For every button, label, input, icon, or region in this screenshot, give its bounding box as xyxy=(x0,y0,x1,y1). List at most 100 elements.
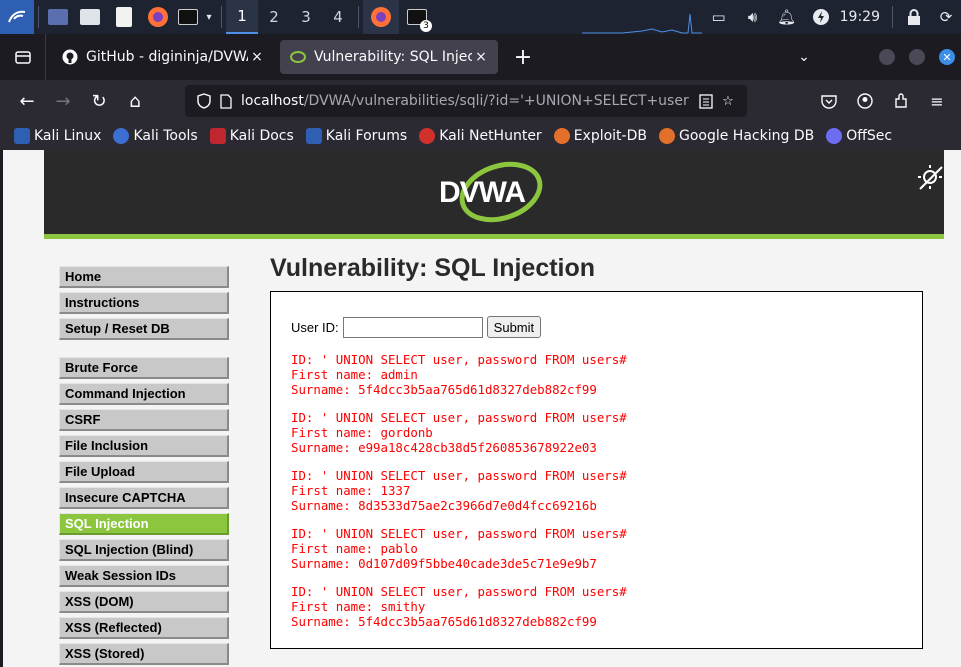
back-arrow-icon[interactable]: ← xyxy=(9,85,45,117)
menu-item-insecure-captcha[interactable]: Insecure CAPTCHA xyxy=(59,487,229,509)
exploit-db-icon xyxy=(553,128,570,144)
reload-icon[interactable]: ↻ xyxy=(81,85,117,117)
page-title: Vulnerability: SQL Injection xyxy=(270,254,596,282)
shield-icon[interactable] xyxy=(193,93,215,109)
terminal-window-button[interactable]: 3 xyxy=(399,0,435,34)
close-window-button[interactable]: ✕ xyxy=(939,49,955,65)
kali-docs-icon xyxy=(209,128,226,144)
terminal-launcher-icon[interactable] xyxy=(175,0,201,34)
new-tab-plus-icon[interactable]: + xyxy=(506,40,540,74)
taskbar-separator xyxy=(38,6,39,28)
power-manager-icon[interactable] xyxy=(804,0,838,34)
result-entry: ID: ' UNION SELECT user, password FROM u… xyxy=(291,526,902,571)
url-text[interactable]: localhost/DVWA/vulnerabilities/sqli/?id=… xyxy=(237,93,695,109)
workspace-3[interactable]: 3 xyxy=(290,0,322,34)
minimize-window-button[interactable] xyxy=(879,49,895,65)
pocket-icon[interactable] xyxy=(811,85,847,117)
menu-item-setup-reset-db[interactable]: Setup / Reset DB xyxy=(59,318,229,340)
clock[interactable]: 19:29 xyxy=(838,9,888,25)
vulnerable-code-area: User ID: Submit ID: ' UNION SELECT user,… xyxy=(270,291,923,649)
forward-arrow-icon[interactable]: → xyxy=(45,85,81,117)
tab-title: GitHub - digininja/DVWA: D xyxy=(86,49,248,65)
tab-title: Vulnerability: SQL Injectio xyxy=(314,49,472,65)
result-entry: ID: ' UNION SELECT user, password FROM u… xyxy=(291,584,902,629)
bookmarks-toolbar: Kali Linux Kali Tools Kali Docs Kali For… xyxy=(0,122,961,150)
browser-tab-strip: GitHub - digininja/DVWA: D × Vulnerabili… xyxy=(0,34,961,80)
result-entry: ID: ' UNION SELECT user, password FROM u… xyxy=(291,410,902,455)
menu-item-weak-session-ids[interactable]: Weak Session IDs xyxy=(59,565,229,587)
menu-item-home[interactable]: Home xyxy=(59,266,229,288)
menu-item-sql-injection-blind[interactable]: SQL Injection (Blind) xyxy=(59,539,229,561)
nethunter-icon xyxy=(419,128,436,144)
file-manager-icon[interactable] xyxy=(73,0,107,34)
github-icon xyxy=(62,49,78,65)
menu-item-file-upload[interactable]: File Upload xyxy=(59,461,229,483)
notification-bell-icon[interactable]: 🔔︎ xyxy=(770,0,804,34)
result-first-name: First name: gordonb xyxy=(291,425,433,440)
firefox-window-button[interactable] xyxy=(363,0,399,34)
reader-view-icon[interactable] xyxy=(695,93,717,109)
firefox-view-icon[interactable] xyxy=(0,34,46,80)
bookmark-star-icon[interactable]: ☆ xyxy=(717,94,739,109)
bookmark-kali-nethunter[interactable]: Kali NetHunter xyxy=(419,128,542,144)
result-surname: Surname: e99a18c428cb38d5f260853678922e0… xyxy=(291,440,597,455)
menu-item-instructions[interactable]: Instructions xyxy=(59,292,229,314)
lock-screen-icon[interactable] xyxy=(897,0,931,34)
menu-block-vulnerabilities: Brute Force Command Injection CSRF File … xyxy=(59,357,229,665)
menu-item-file-inclusion[interactable]: File Inclusion xyxy=(59,435,229,457)
bookmark-kali-tools[interactable]: Kali Tools xyxy=(113,128,198,144)
result-entry: ID: ' UNION SELECT user, password FROM u… xyxy=(291,468,902,513)
show-desktop-icon[interactable] xyxy=(43,0,73,34)
menu-item-command-injection[interactable]: Command Injection xyxy=(59,383,229,405)
submit-button[interactable]: Submit xyxy=(486,316,542,338)
home-icon[interactable]: ⌂ xyxy=(117,85,153,117)
workspace-4[interactable]: 4 xyxy=(322,0,354,34)
volume-icon[interactable]: 🔊︎ xyxy=(736,0,770,34)
menu-item-xss-dom[interactable]: XSS (DOM) xyxy=(59,591,229,613)
maximize-window-button[interactable] xyxy=(909,49,925,65)
bookmark-google-hacking-db[interactable]: Google Hacking DB xyxy=(658,128,814,144)
menu-item-sql-injection[interactable]: SQL Injection xyxy=(59,513,229,535)
taskbar-separator xyxy=(221,6,222,28)
logout-icon[interactable]: ⟳ xyxy=(931,0,961,34)
dvwa-logo-text: DVWA xyxy=(439,176,526,209)
bookmark-kali-forums[interactable]: Kali Forums xyxy=(305,128,407,144)
user-id-input[interactable] xyxy=(342,316,483,338)
menu-item-xss-stored[interactable]: XSS (Stored) xyxy=(59,643,229,665)
bookmark-kali-linux[interactable]: Kali Linux xyxy=(14,128,101,144)
bookmark-offsec[interactable]: OffSec xyxy=(826,128,892,144)
page-info-icon[interactable] xyxy=(215,93,237,109)
extensions-icon[interactable] xyxy=(883,85,919,117)
tab-github[interactable]: GitHub - digininja/DVWA: D × xyxy=(52,40,274,74)
url-bar[interactable]: localhost/DVWA/vulnerabilities/sqli/?id=… xyxy=(185,85,747,117)
list-all-tabs-chevron-icon[interactable]: ⌄ xyxy=(791,41,817,73)
hamburger-menu-icon[interactable]: ≡ xyxy=(919,85,955,117)
menu-item-brute-force[interactable]: Brute Force xyxy=(59,357,229,379)
menu-item-csrf[interactable]: CSRF xyxy=(59,409,229,431)
close-tab-icon[interactable]: × xyxy=(248,49,266,65)
result-id-line: ID: ' UNION SELECT user, password FROM u… xyxy=(291,584,627,599)
firefox-launcher-icon[interactable] xyxy=(141,0,175,34)
tab-sql-injection[interactable]: Vulnerability: SQL Injectio × xyxy=(280,40,498,74)
dvwa-favicon-icon xyxy=(290,49,306,65)
theme-toggle-icon[interactable] xyxy=(913,160,947,194)
header-accent-bar xyxy=(44,234,944,239)
dvwa-side-menu: Home Instructions Setup / Reset DB Brute… xyxy=(59,266,229,667)
close-tab-icon[interactable]: × xyxy=(472,49,490,65)
workspace-1[interactable]: 1 xyxy=(226,0,258,34)
display-icon[interactable]: ▭ xyxy=(702,0,736,34)
result-surname: Surname: 8d3533d75ae2c3966d7e0d4fcc69216… xyxy=(291,498,597,513)
bookmark-kali-docs[interactable]: Kali Docs xyxy=(209,128,294,144)
kali-menu-icon[interactable] xyxy=(0,0,34,34)
chevron-down-icon[interactable]: ▾ xyxy=(201,0,217,34)
ghdb-icon xyxy=(658,128,675,144)
menu-item-xss-reflected[interactable]: XSS (Reflected) xyxy=(59,617,229,639)
result-entry: ID: ' UNION SELECT user, password FROM u… xyxy=(291,352,902,397)
account-icon[interactable] xyxy=(847,85,883,117)
bookmark-exploit-db[interactable]: Exploit-DB xyxy=(553,128,647,144)
taskbar-separator xyxy=(358,6,359,28)
user-id-form: User ID: Submit xyxy=(291,316,902,338)
workspace-2[interactable]: 2 xyxy=(258,0,290,34)
text-editor-icon[interactable] xyxy=(107,0,141,34)
result-id-line: ID: ' UNION SELECT user, password FROM u… xyxy=(291,526,627,541)
